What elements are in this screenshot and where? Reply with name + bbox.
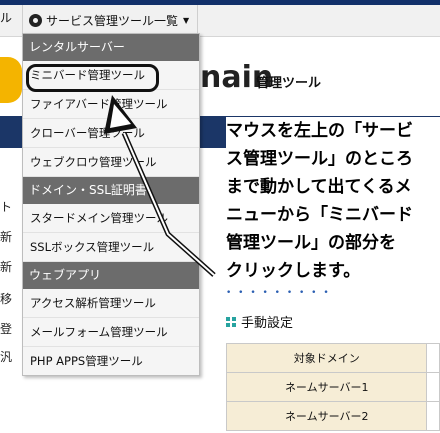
- pointer-arrow: [104, 95, 216, 277]
